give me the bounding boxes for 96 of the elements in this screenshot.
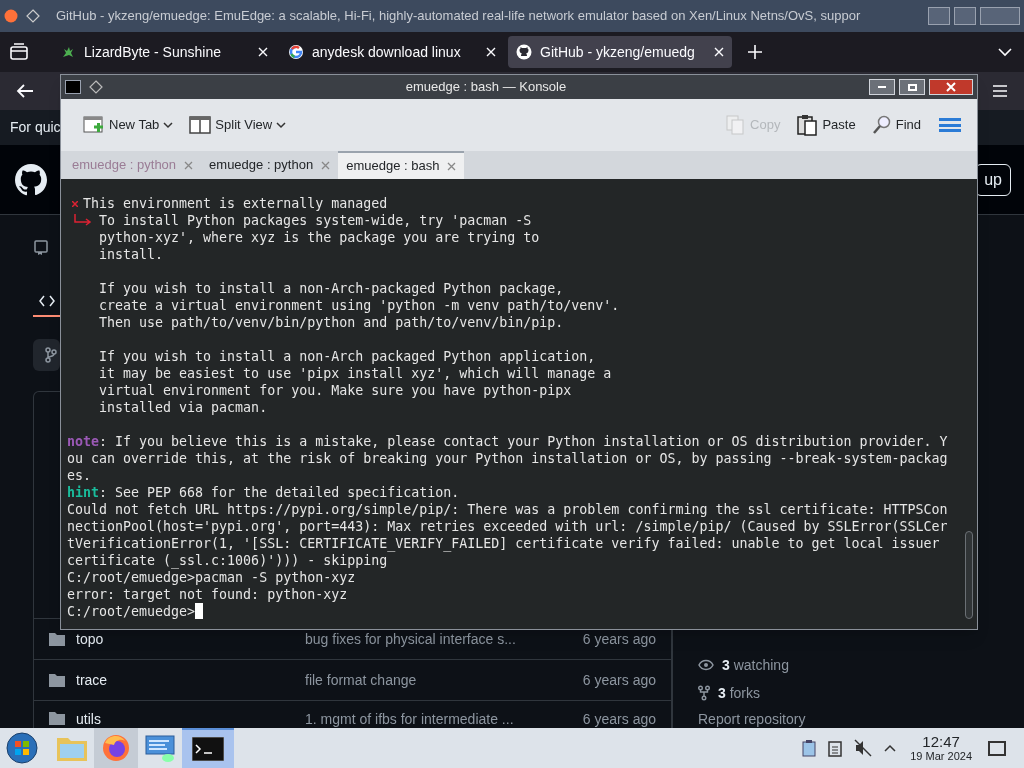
arrow-icon xyxy=(73,213,93,228)
chevron-up-icon[interactable] xyxy=(884,744,897,752)
commit-age: 6 years ago xyxy=(582,629,656,649)
terminal-tab[interactable]: emuedge : bash xyxy=(338,151,465,179)
report-link[interactable]: Report repository xyxy=(698,711,1024,728)
branch-button[interactable] xyxy=(33,339,60,371)
terminal-line: ou can override this, at the risk of breaking your Python installation or OS, by passing --break-system-packag xyxy=(67,450,949,467)
caret-icon xyxy=(276,121,287,129)
commit-message[interactable]: bug fixes for physical interface s... xyxy=(305,628,583,650)
commit-message[interactable]: 1. mgmt of ifbs for intermediate ... xyxy=(305,711,583,727)
repo-icon xyxy=(34,240,48,256)
new-tab-icon xyxy=(83,115,105,135)
clock-date[interactable]: 19 Mar 2024 xyxy=(910,750,972,763)
terminal-line: note: If you believe this is a mistake, please contact your Python installation or OS distribution provider. Y xyxy=(67,433,949,450)
github-icon xyxy=(516,44,532,60)
muted-speaker-icon[interactable] xyxy=(854,739,873,757)
start-orb-icon xyxy=(6,732,38,764)
fork-icon xyxy=(698,685,710,701)
diamond-icon[interactable] xyxy=(26,9,40,23)
maximize-button[interactable] xyxy=(899,79,925,95)
terminal-line: Then use path/to/venv/bin/python and path/to/venv/bin/pip. xyxy=(98,314,565,331)
split-view-icon xyxy=(189,115,212,135)
branch-icon xyxy=(45,347,57,363)
browser-tab[interactable]: LizardByte - Sunshine xyxy=(52,36,276,68)
terminal-line: certificate (_ssl.c:1006)'))) - skipping xyxy=(67,552,389,569)
terminal-app-icon xyxy=(65,80,81,94)
terminal-line: If you wish to install a non-Arch-packaged Python package, xyxy=(98,280,565,297)
back-arrow-icon[interactable] xyxy=(16,83,34,99)
close-icon xyxy=(946,82,956,92)
toolbar-button[interactable]: Paste xyxy=(790,110,862,140)
window-title: GitHub - ykzeng/emuedge: EmuEdge: a scalable, Hi-Fi, highly-automated real-life network emulator based on Xen/Linux Netns/OvS, suppor xyxy=(56,7,862,26)
notes-icon[interactable] xyxy=(828,739,843,757)
terminal-line: es. xyxy=(67,467,93,484)
terminal-line: This environment is externally managed xyxy=(83,195,388,212)
caret-icon xyxy=(163,121,174,129)
commit-age: 6 years ago xyxy=(582,711,656,727)
tab-overview-icon[interactable] xyxy=(8,43,30,61)
menu-icon[interactable] xyxy=(992,84,1008,98)
toolbar-button[interactable]: Find xyxy=(865,111,927,139)
repo-stat[interactable]: 3 forks xyxy=(718,682,761,704)
minimize-button[interactable] xyxy=(869,79,895,95)
browser-tab[interactable]: GitHub - ykzeng/emuedg xyxy=(508,36,732,68)
terminal-line: it may be easiest to use 'pipx install xyz', which will manage a xyxy=(98,365,613,382)
file-name[interactable]: topo xyxy=(76,628,305,650)
code-icon[interactable] xyxy=(39,295,55,307)
github-logo xyxy=(15,163,47,196)
google-icon xyxy=(288,44,304,60)
show-desktop-button[interactable] xyxy=(988,740,1006,756)
toolbar-button[interactable]: New Tab xyxy=(77,111,180,139)
terminal-line: nectionPool(host='pypi.org', port=443): Max retries exceeded with url: /simple/pip/ (Caused by SSLError(SSLCer xyxy=(67,518,949,535)
terminal-tab[interactable]: emuedge : python xyxy=(201,151,339,179)
terminal-line: virtual environment for you. Make sure you have python-pipx xyxy=(98,382,573,399)
terminal-line: python-xyz', where xyz is the package you are trying to xyxy=(98,229,541,246)
error-mark-icon xyxy=(72,200,78,207)
repo-stat[interactable]: 3 watching xyxy=(722,654,789,676)
terminal-line: install. xyxy=(98,246,165,263)
monitor-icon xyxy=(144,733,176,763)
clipboard-icon xyxy=(796,114,819,136)
window-title: emuedge : bash — Konsole xyxy=(404,78,568,97)
terminal-line: tVerificationError(1, '[SSL: CERTIFICATE_VERIFY_FAILED] certificate verify failed: unable to get local issuer xyxy=(67,535,941,552)
terminal-line: C:/root/emuedge> xyxy=(67,603,196,620)
terminal-line: To install Python packages system-wide, try 'pacman -S xyxy=(99,212,532,229)
browser-tab[interactable]: anydesk download linux xyxy=(280,36,504,68)
file-name[interactable]: utils xyxy=(76,711,305,727)
file-name[interactable]: trace xyxy=(76,669,305,691)
terminal-line: C:/root/emuedge>pacman -S python-xyz xyxy=(67,569,357,586)
terminal-line: create a virtual environment using 'python -m venv path/to/venv'. xyxy=(98,297,621,314)
terminal-line: error: target not found: python-xyz xyxy=(67,586,349,603)
terminal-line: Could not fetch URL https://pypi.org/simple/pip/: There was a problem confirming the ssl certificate: HTTPSCon xyxy=(67,501,949,518)
commit-message[interactable]: file format change xyxy=(305,669,583,691)
firefox-icon xyxy=(101,733,131,763)
taskbar-button[interactable] xyxy=(182,728,234,768)
terminal-line: If you wish to install a non-Arch packaged Python application, xyxy=(98,348,597,365)
firefox-icon xyxy=(4,9,18,23)
diamond-icon[interactable] xyxy=(89,80,103,94)
toolbar-button[interactable]: Split View xyxy=(183,111,293,139)
terminal-icon xyxy=(192,737,224,761)
menu-button[interactable] xyxy=(939,115,961,135)
search-icon xyxy=(871,115,892,135)
clipboard-icon[interactable] xyxy=(802,739,817,757)
copy-icon xyxy=(724,115,747,135)
cursor xyxy=(195,603,204,619)
tab-underline xyxy=(33,315,63,317)
folder-icon xyxy=(49,632,65,646)
terminal-line: installed via pacman. xyxy=(98,399,269,416)
close-button[interactable] xyxy=(929,79,973,95)
banner-text: For quic xyxy=(10,118,61,137)
chevron-down-icon[interactable] xyxy=(998,47,1012,57)
plus-icon[interactable] xyxy=(748,45,762,59)
terminal-line: hint: See PEP 668 for the detailed specification. xyxy=(67,484,461,501)
clock-time[interactable]: 12:47 xyxy=(922,733,960,750)
folder-icon xyxy=(49,711,65,725)
folder-icon xyxy=(49,673,65,687)
commit-age: 6 years ago xyxy=(582,670,656,690)
file-row[interactable]: trace file format change 6 years ago xyxy=(34,659,671,700)
eye-icon xyxy=(698,659,714,671)
